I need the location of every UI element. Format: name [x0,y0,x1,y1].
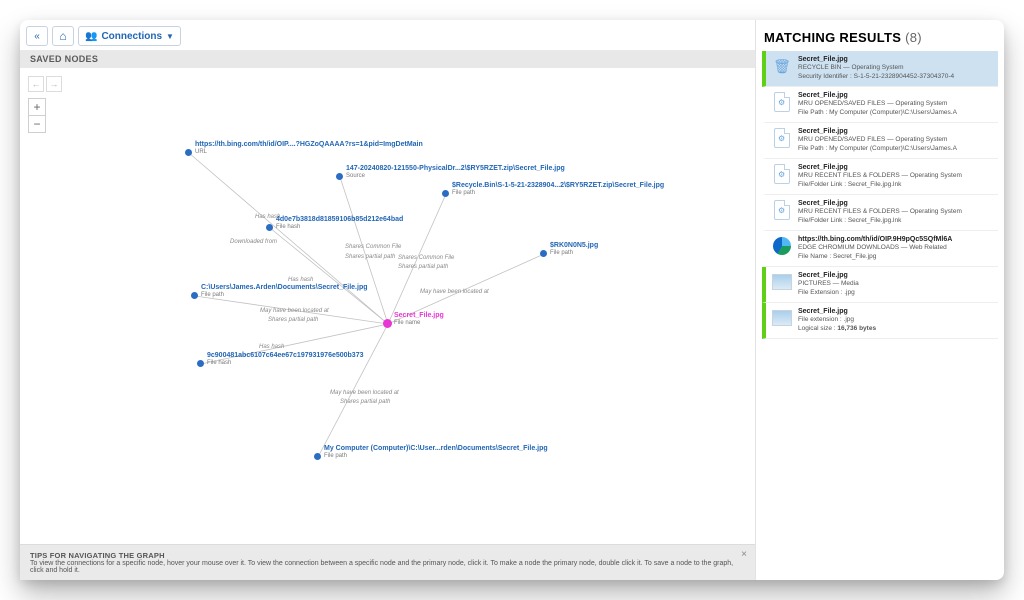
node-label: 147-20240820-121550-PhysicalDr...2\$RY5R… [346,165,565,181]
edge-label: May have been located at [420,289,489,295]
results-count: (8) [905,30,922,45]
edge-label: May have been located at [260,308,329,314]
close-tips-button[interactable]: × [741,549,747,560]
home-button[interactable]: ⌂ [52,26,74,46]
node-dot-icon [266,224,273,231]
people-icon: 👥 [85,31,97,42]
graph-canvas[interactable]: Has hash Downloaded from Shares Common Fil… [20,68,755,544]
image-thumbnail-icon [772,307,792,329]
node-dot-icon [336,173,343,180]
file-icon [772,91,792,113]
node-label: 4d0e7b3818d81859106b85d212e64badFile has… [276,216,403,232]
edge-label: Has hash [288,277,314,283]
result-text: Secret_File.jpgMRU OPENED/SAVED FILES — … [798,127,994,154]
recycle-bin-icon: 🗑 [772,55,792,77]
saved-nodes-header: SAVED NODES [20,50,755,68]
left-pane: « ⌂ 👥 Connections ▼ SAVED NODES ← → + − … [20,20,756,580]
image-thumbnail-icon [772,271,792,293]
node-label: My Computer (Computer)\C:\User...rden\Do… [324,445,548,461]
node-dot-icon [442,190,449,197]
result-item[interactable]: Secret_File.jpgFile extension : .jpgLogi… [762,303,998,339]
node-dot-icon [197,360,204,367]
node-label: $Recycle.Bin\S-1-5-21-2328904...2\$RY5RZ… [452,182,664,198]
edge-label: Shares partial path [398,264,449,270]
edge-label: Has hash [259,344,285,350]
results-list: 🗑 Secret_File.jpgRECYCLE BIN — Operating … [762,51,998,339]
edge-label: May have been located at [330,390,399,396]
node-dot-icon [191,292,198,299]
result-text: Secret_File.jpgFile extension : .jpgLogi… [798,307,994,334]
node-label: https://th.bing.com/th/id/OIP....?HGZoQA… [195,141,423,157]
results-header: MATCHING RESULTS (8) [762,30,998,51]
toolbar: « ⌂ 👥 Connections ▼ [20,20,755,50]
result-text: https://th.bing.com/th/id/OIP.9H9pQc5SQf… [798,235,994,262]
file-icon [772,127,792,149]
results-title: MATCHING RESULTS [764,30,901,45]
connections-dropdown[interactable]: 👥 Connections ▼ [78,26,181,46]
result-text: Secret_File.jpgMRU RECENT FILES & FOLDER… [798,163,994,190]
tips-panel: × TIPS FOR NAVIGATING THE GRAPH To view … [20,544,755,580]
edge-browser-icon [772,235,792,257]
result-item[interactable]: Secret_File.jpgMRU RECENT FILES & FOLDER… [762,195,998,231]
file-icon [772,163,792,185]
result-text: Secret_File.jpgMRU OPENED/SAVED FILES — … [798,91,994,118]
connections-label: Connections [101,31,162,42]
result-item[interactable]: 🗑 Secret_File.jpgRECYCLE BIN — Operating … [762,51,998,87]
result-item[interactable]: https://th.bing.com/th/id/OIP.9H9pQc5SQf… [762,231,998,267]
edge-label: Downloaded from [230,239,277,245]
edge-label: Shares partial path [340,399,391,405]
tips-title: TIPS FOR NAVIGATING THE GRAPH [30,551,745,560]
result-item[interactable]: Secret_File.jpgPICTURES — MediaFile Exte… [762,267,998,303]
app-frame: « ⌂ 👥 Connections ▼ SAVED NODES ← → + − … [20,20,1004,580]
edge-label: Shares Common File [345,244,402,250]
results-pane: MATCHING RESULTS (8) 🗑 Secret_File.jpgREC… [756,20,1004,580]
chevron-down-icon: ▼ [166,32,174,41]
collapse-button[interactable]: « [26,26,48,46]
edge-label: Shares Common File [398,255,455,261]
node-label: C:\Users\James.Arden\Documents\Secret_Fi… [201,284,368,300]
node-label: $RK0N0N5.jpgFile path [550,242,598,258]
result-text: Secret_File.jpgPICTURES — MediaFile Exte… [798,271,994,298]
result-item[interactable]: Secret_File.jpgMRU OPENED/SAVED FILES — … [762,87,998,123]
node-label: 9c900481abc6107c64ee67c197931976e500b373… [207,352,364,368]
result-text: Secret_File.jpgRECYCLE BIN — Operating S… [798,55,994,82]
node-dot-icon [540,250,547,257]
edge-label: Shares partial path [268,317,319,323]
tips-body: To view the connections for a specific n… [30,560,745,574]
node-dot-icon [383,319,392,328]
node-label: Secret_File.jpgFile name [394,312,444,328]
node-dot-icon [314,453,321,460]
result-text: Secret_File.jpgMRU RECENT FILES & FOLDER… [798,199,994,226]
node-dot-icon [185,149,192,156]
file-icon [772,199,792,221]
result-item[interactable]: Secret_File.jpgMRU OPENED/SAVED FILES — … [762,123,998,159]
result-item[interactable]: Secret_File.jpgMRU RECENT FILES & FOLDER… [762,159,998,195]
edge-label: Shares partial path [345,254,396,260]
